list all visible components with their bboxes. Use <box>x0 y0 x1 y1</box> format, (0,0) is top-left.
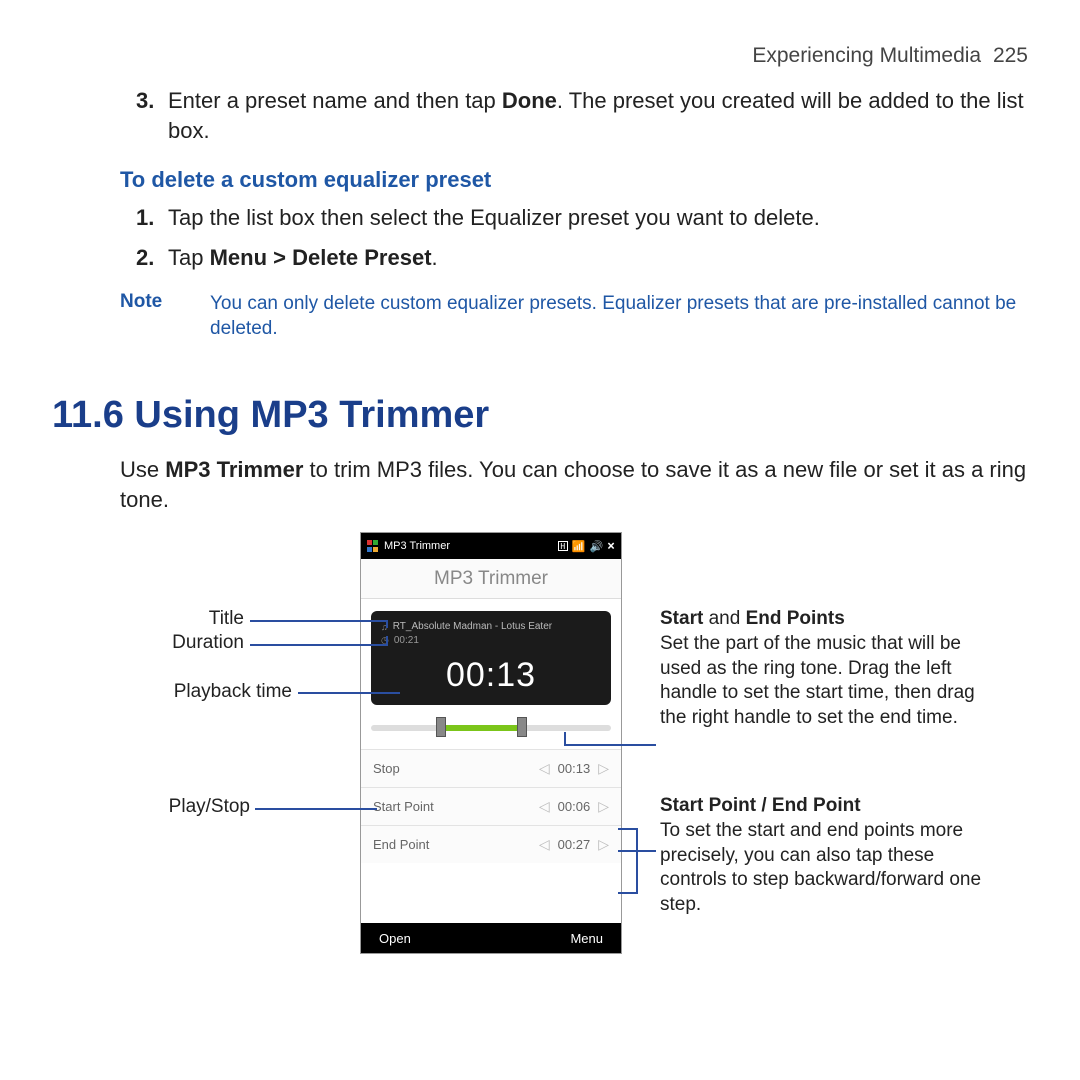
status-h-icon: H <box>558 541 568 551</box>
page-number: 225 <box>993 44 1028 67</box>
play-stop-button[interactable]: Stop <box>373 761 400 776</box>
leader-line <box>298 692 400 694</box>
callout-playback-time: Playback time <box>120 681 292 703</box>
start-point-value: 00:06 <box>558 799 591 814</box>
chevron-right-icon[interactable]: ▷ <box>598 836 609 853</box>
signal-icon: 📶 <box>572 540 586 553</box>
trim-slider[interactable] <box>371 713 611 743</box>
leader-line <box>386 636 388 646</box>
callout-title: Title <box>134 608 244 630</box>
leader-line <box>386 620 388 628</box>
callout-point-steppers: Start Point / End Point To set the start… <box>660 794 990 917</box>
softkey-menu[interactable]: Menu <box>570 931 603 946</box>
phone-screenshot: MP3 Trimmer H 📶 🔊 × MP3 Trimmer ♫RT_Abso… <box>360 532 622 954</box>
chevron-right-icon[interactable]: ▷ <box>598 798 609 815</box>
windows-start-icon[interactable] <box>367 540 379 552</box>
callout-play-stop: Play/Stop <box>120 796 250 818</box>
note-block: Note You can only delete custom equalize… <box>120 291 1028 342</box>
leader-line <box>564 732 566 746</box>
running-header: Experiencing Multimedia 225 <box>120 44 1028 68</box>
app-title: MP3 Trimmer <box>384 540 450 552</box>
end-point-value: 00:27 <box>558 837 591 852</box>
section-heading: 11.6 Using MP3 Trimmer <box>52 394 1028 437</box>
note-label: Note <box>120 291 210 342</box>
chevron-right-icon[interactable]: ▷ <box>598 760 609 777</box>
leader-line <box>636 828 638 894</box>
end-handle[interactable] <box>517 717 527 737</box>
start-point-row: Start Point ◁ 00:06 ▷ <box>361 787 621 825</box>
leader-line <box>250 620 386 622</box>
chevron-left-icon[interactable]: ◁ <box>539 760 550 777</box>
screen-title: MP3 Trimmer <box>361 559 621 599</box>
end-point-row: End Point ◁ 00:27 ▷ <box>361 825 621 863</box>
start-handle[interactable] <box>436 717 446 737</box>
leader-line <box>564 744 656 746</box>
leader-line <box>618 892 638 894</box>
phone-softkey-bar: Open Menu <box>361 923 621 953</box>
delete-preset-heading: To delete a custom equalizer preset <box>120 167 1028 193</box>
leader-line <box>618 828 638 830</box>
play-stop-row: Stop ◁ 00:13 ▷ <box>361 749 621 787</box>
play-time-value: 00:13 <box>558 761 591 776</box>
track-title: RT_Absolute Madman - Lotus Eater <box>393 621 552 632</box>
end-point-label: End Point <box>373 837 429 852</box>
chevron-left-icon[interactable]: ◁ <box>539 798 550 815</box>
track-panel: ♫RT_Absolute Madman - Lotus Eater ◷00:21… <box>371 611 611 705</box>
chapter-title: Experiencing Multimedia <box>752 44 981 67</box>
track-duration: 00:21 <box>394 635 419 646</box>
leader-line <box>250 644 386 646</box>
softkey-open[interactable]: Open <box>379 931 411 946</box>
close-icon[interactable]: × <box>607 539 615 554</box>
intro-paragraph: Use MP3 Trimmer to trim MP3 files. You c… <box>120 455 1028 514</box>
note-text: You can only delete custom equalizer pre… <box>210 291 1028 342</box>
delete-step-1: 1.Tap the list box then select the Equal… <box>168 203 1028 233</box>
chevron-left-icon[interactable]: ◁ <box>539 836 550 853</box>
step-3: 3.Enter a preset name and then tap Done.… <box>168 86 1028 145</box>
leader-line <box>255 808 377 810</box>
start-point-label: Start Point <box>373 799 434 814</box>
callout-start-end-points: Start and End Points Set the part of the… <box>660 607 990 730</box>
phone-statusbar: MP3 Trimmer H 📶 🔊 × <box>361 533 621 559</box>
playback-time: 00:13 <box>381 656 601 695</box>
delete-step-2: 2.Tap Menu > Delete Preset. <box>168 243 1028 273</box>
callout-duration: Duration <box>134 632 244 654</box>
volume-icon: 🔊 <box>589 540 603 553</box>
figure-mp3-trimmer: MP3 Trimmer H 📶 🔊 × MP3 Trimmer ♫RT_Abso… <box>120 532 1028 992</box>
